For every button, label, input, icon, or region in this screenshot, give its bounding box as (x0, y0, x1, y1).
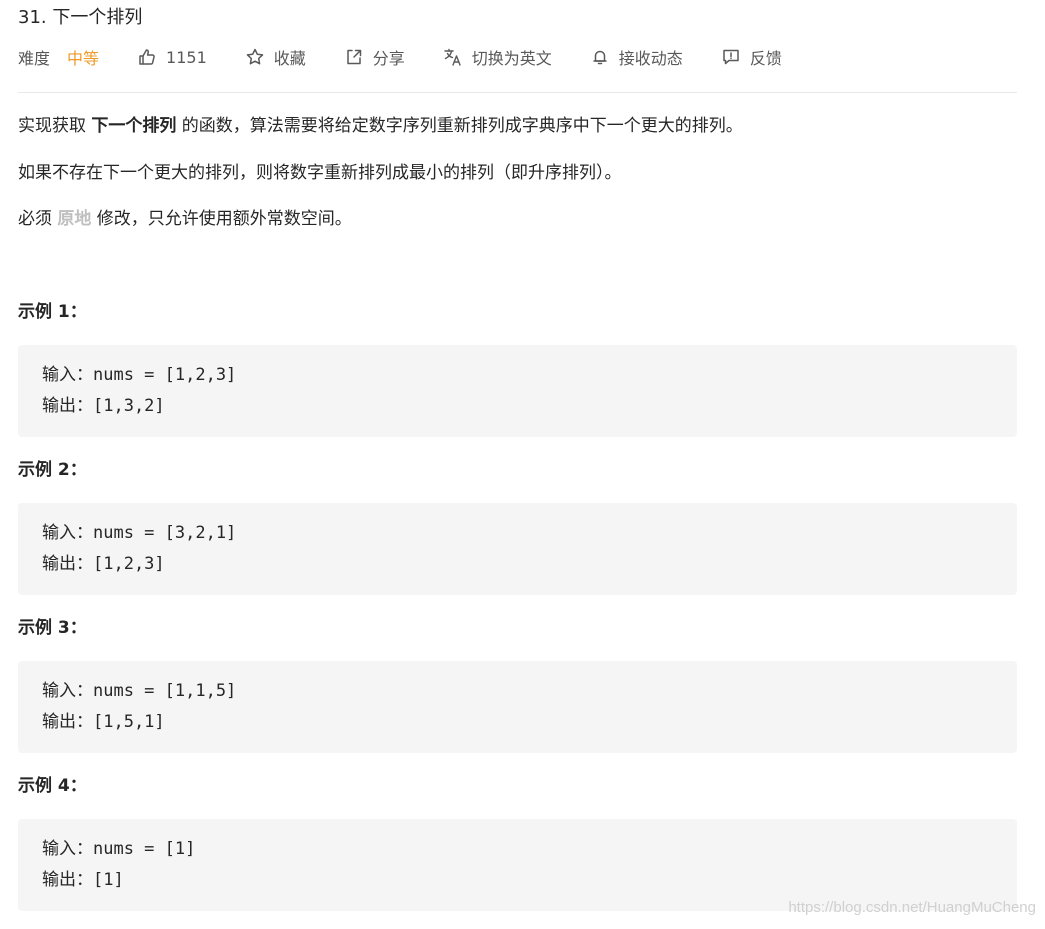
share-label: 分享 (372, 49, 405, 68)
example-2-output: 输出：[1,2,3] (42, 554, 165, 574)
example-2-code-block: 输入：nums = [3,2,1] 输出：[1,2,3] (18, 503, 1017, 595)
favorite-label: 收藏 (273, 49, 306, 68)
example-1-input: 输入：nums = [1,2,3] (42, 365, 237, 385)
description-line-1-prefix: 实现获取 (18, 116, 92, 136)
feedback-label: 反馈 (749, 49, 782, 68)
difficulty: 难度 中等 (18, 45, 99, 69)
like-count: 1151 (166, 47, 207, 67)
like-button[interactable]: 1151 (137, 47, 207, 67)
description-line-3-bold: 原地 (57, 209, 92, 229)
share-icon (344, 47, 364, 67)
description-line-3-prefix: 必须 (18, 209, 58, 229)
problem-title: 31. 下一个排列 (18, 7, 143, 28)
example-4-title: 示例 4： (18, 776, 87, 796)
example-2-title: 示例 2： (18, 460, 87, 480)
translate-icon (443, 47, 463, 67)
watermark: https://blog.csdn.net/HuangMuCheng (788, 899, 1036, 916)
description-line-3: 必须 原地 修改，只允许使用额外常数空间。 (18, 207, 352, 231)
example-3-output: 输出：[1,5,1] (42, 712, 165, 732)
example-4-code-block: 输入：nums = [1] 输出：[1] (18, 819, 1017, 911)
example-4-output: 输出：[1] (42, 870, 124, 890)
example-3-title: 示例 3： (18, 618, 87, 638)
feedback-button[interactable]: 反馈 (721, 45, 782, 69)
description-line-3-suffix: 修改，只允许使用额外常数空间。 (91, 209, 352, 229)
difficulty-value: 中等 (67, 49, 100, 68)
header-divider (18, 92, 1017, 93)
example-1-code-block: 输入：nums = [1,2,3] 输出：[1,3,2] (18, 345, 1017, 437)
subscribe-button[interactable]: 接收动态 (590, 45, 683, 69)
example-2-input: 输入：nums = [3,2,1] (42, 523, 237, 543)
feedback-icon (721, 47, 741, 67)
example-3-code-block: 输入：nums = [1,1,5] 输出：[1,5,1] (18, 661, 1017, 753)
bell-icon (590, 47, 610, 67)
example-1-title: 示例 1： (18, 302, 87, 322)
example-3-input: 输入：nums = [1,1,5] (42, 681, 237, 701)
favorite-button[interactable]: 收藏 (245, 45, 306, 69)
translate-button[interactable]: 切换为英文 (443, 45, 552, 69)
subscribe-label: 接收动态 (618, 49, 683, 68)
description-line-1-bold: 下一个排列 (91, 116, 177, 136)
description-line-1-suffix: 的函数，算法需要将给定数字序列重新排列成字典序中下一个更大的排列。 (176, 116, 743, 136)
description-line-2: 如果不存在下一个更大的排列，则将数字重新排列成最小的排列（即升序排列）。 (18, 163, 622, 183)
difficulty-label: 难度 (18, 49, 51, 68)
thumbs-up-icon (137, 47, 157, 67)
example-4-input: 输入：nums = [1] (42, 839, 196, 859)
star-icon (245, 47, 265, 67)
share-button[interactable]: 分享 (344, 45, 405, 69)
problem-meta-bar: 难度 中等 1151 收藏 分享 切换为英文 接收动态 反馈 (18, 44, 1017, 70)
translate-label: 切换为英文 (471, 49, 552, 68)
description-line-1: 实现获取 下一个排列 的函数，算法需要将给定数字序列重新排列成字典序中下一个更大… (18, 114, 743, 138)
example-1-output: 输出：[1,3,2] (42, 396, 165, 416)
